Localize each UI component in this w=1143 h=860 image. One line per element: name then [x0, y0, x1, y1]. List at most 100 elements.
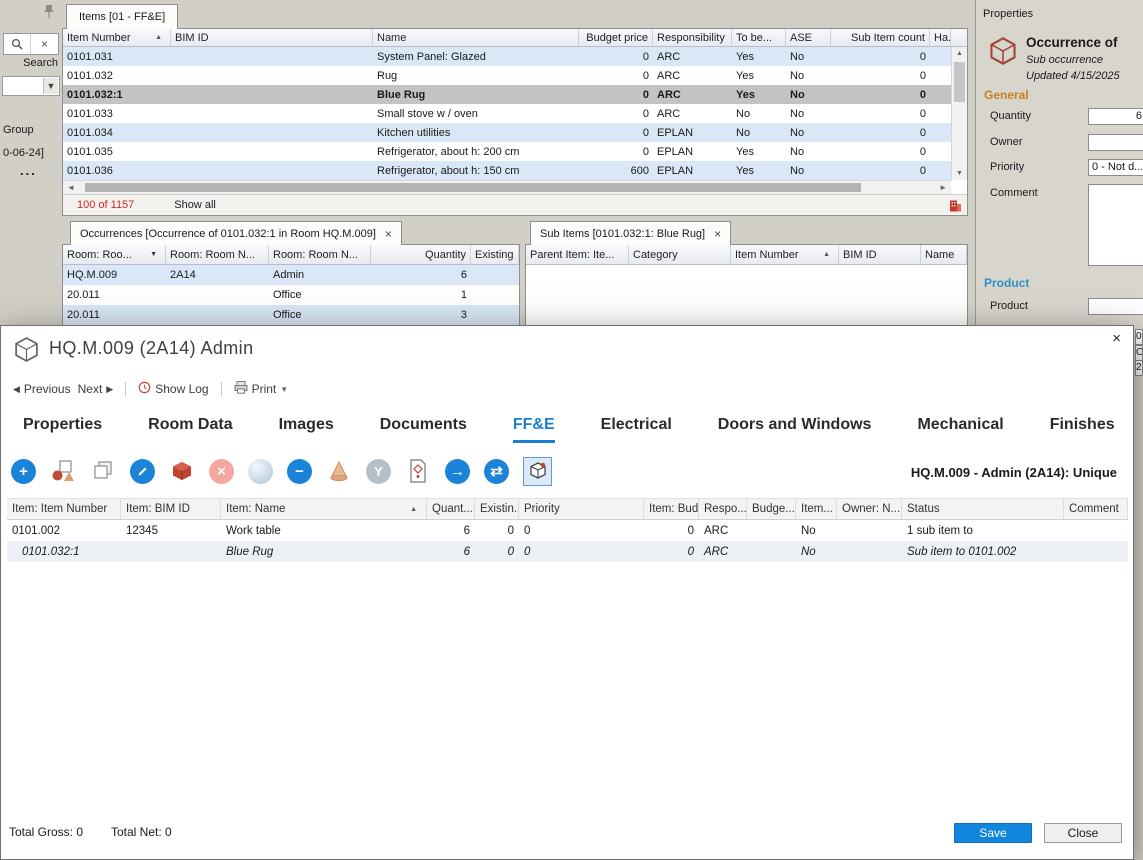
column-header[interactable]: Room: Roo...▼ — [63, 245, 166, 264]
column-header[interactable]: Name — [921, 245, 967, 264]
column-header[interactable]: BIM ID — [171, 29, 373, 46]
clear-search-icon[interactable]: × — [31, 37, 58, 51]
scroll-right-icon[interactable]: ► — [939, 183, 947, 192]
owner-field[interactable] — [1088, 134, 1143, 151]
next-button[interactable]: Next ▶ — [78, 382, 114, 396]
column-header[interactable]: Priority — [519, 499, 644, 519]
tab-doors-and-windows[interactable]: Doors and Windows — [718, 416, 872, 443]
column-header[interactable]: Ha... — [930, 29, 951, 46]
column-header[interactable]: Category — [629, 245, 731, 264]
remove-icon[interactable]: − — [287, 459, 312, 484]
print-button[interactable]: Print ▼ — [234, 381, 289, 397]
tab-room-data[interactable]: Room Data — [148, 416, 232, 443]
column-header[interactable]: Room: Room N... — [166, 245, 269, 264]
tab-finishes[interactable]: Finishes — [1050, 416, 1115, 443]
column-header[interactable]: Budge... — [747, 499, 796, 519]
saved-search-item[interactable]: 0-06-24] — [3, 147, 44, 159]
table-row-selected[interactable]: 0101.032:1Blue Rug 0ARC YesNo 0 — [63, 85, 967, 104]
document-icon[interactable] — [405, 458, 431, 484]
close-button[interactable]: Close — [1044, 823, 1122, 843]
table-row[interactable]: 20.011 Office1 — [63, 285, 519, 305]
table-row[interactable]: 20.011 Office3 — [63, 305, 519, 325]
sphere-icon[interactable] — [248, 459, 273, 484]
column-header[interactable]: Respo... — [699, 499, 747, 519]
delete-icon[interactable]: × — [209, 459, 234, 484]
column-header[interactable]: Existin... — [475, 499, 519, 519]
table-row[interactable]: HQ.M.0092A14 Admin6 — [63, 265, 519, 285]
tab-properties[interactable]: Properties — [23, 416, 102, 443]
search-icon[interactable] — [4, 34, 31, 54]
show-all-link[interactable]: Show all — [174, 199, 216, 211]
table-row[interactable]: 0101.033Small stove w / oven 0ARC NoNo 0 — [63, 104, 967, 123]
scroll-left-icon[interactable]: ◄ — [67, 183, 75, 192]
column-header[interactable]: Existing — [471, 245, 519, 264]
table-row[interactable]: 0101.036Refrigerator, about h: 150 cm 60… — [63, 161, 967, 180]
items-horizontal-scrollbar[interactable]: ◄ ► — [63, 180, 951, 194]
column-header[interactable]: Item Number▲ — [63, 29, 171, 46]
scrollbar-thumb[interactable] — [85, 183, 861, 192]
table-row[interactable]: 0101.032Rug 0ARC YesNo 0 — [63, 66, 967, 85]
column-header[interactable]: Parent Item: Ite... — [526, 245, 629, 264]
tab-images[interactable]: Images — [279, 416, 334, 443]
y-sync-icon[interactable]: Y — [366, 459, 391, 484]
column-header[interactable]: Owner: N... — [837, 499, 902, 519]
column-header[interactable]: Status — [902, 499, 1064, 519]
item-shapes-icon[interactable] — [50, 458, 76, 484]
show-log-button[interactable]: Show Log — [138, 381, 208, 397]
scroll-down-icon[interactable]: ▼ — [952, 170, 967, 177]
table-row[interactable]: 0101.031System Panel: Glazed 0ARC YesNo … — [63, 47, 967, 66]
model-view-icon[interactable] — [523, 457, 552, 486]
scroll-up-icon[interactable]: ▲ — [952, 50, 967, 57]
column-header[interactable]: Budget price — [579, 29, 653, 46]
close-icon[interactable]: × — [714, 227, 721, 241]
column-header[interactable]: BIM ID — [839, 245, 921, 264]
column-header[interactable]: ASE — [786, 29, 831, 46]
quantity-field[interactable]: 6 — [1088, 108, 1143, 125]
close-icon[interactable]: × — [385, 227, 392, 241]
tab-electrical[interactable]: Electrical — [601, 416, 672, 443]
column-header[interactable]: Item Number▲ — [731, 245, 839, 264]
search-label[interactable]: Search — [0, 57, 58, 69]
priority-field[interactable]: 0 - Not d... — [1088, 159, 1143, 176]
comment-field[interactable] — [1088, 184, 1143, 266]
building-icon[interactable] — [949, 199, 962, 212]
dock-pin-icon[interactable] — [42, 4, 56, 20]
column-header[interactable]: Comment — [1064, 499, 1128, 519]
cone-icon[interactable] — [326, 458, 352, 484]
edit-icon[interactable] — [130, 459, 155, 484]
copy-items-icon[interactable] — [90, 458, 116, 484]
column-header[interactable]: Room: Room N... — [269, 245, 371, 264]
tab-documents[interactable]: Documents — [380, 416, 467, 443]
add-icon[interactable]: + — [11, 459, 36, 484]
column-header[interactable]: Quant... — [427, 499, 475, 519]
items-vertical-scrollbar[interactable]: ▲ ▼ — [951, 47, 967, 180]
column-header[interactable]: Item: Budge... — [644, 499, 699, 519]
tab-ffe[interactable]: FF&E — [513, 416, 555, 443]
search-box[interactable]: × — [3, 33, 59, 55]
move-icon[interactable]: → — [445, 459, 470, 484]
tab-mechanical[interactable]: Mechanical — [917, 416, 1003, 443]
table-row[interactable]: 0101.034Kitchen utilities 0EPLAN NoNo 0 — [63, 123, 967, 142]
column-header[interactable]: Responsibility — [653, 29, 732, 46]
table-row[interactable]: 0101.035Refrigerator, about h: 200 cm 0E… — [63, 142, 967, 161]
column-header[interactable]: Name — [373, 29, 579, 46]
sync-icon[interactable]: ⇄ — [484, 459, 509, 484]
save-button[interactable]: Save — [954, 823, 1032, 843]
tab-items[interactable]: Items [01 - FF&E] — [66, 4, 178, 29]
more-button[interactable]: ... — [20, 163, 37, 178]
column-header[interactable]: Item: Name▲ — [221, 499, 427, 519]
column-header[interactable]: Item: BIM ID — [121, 499, 221, 519]
column-header[interactable]: Item... — [796, 499, 837, 519]
tab-occurrences[interactable]: Occurrences [Occurrence of 0101.032:1 in… — [70, 221, 402, 245]
column-header[interactable]: Sub Item count — [831, 29, 930, 46]
column-header[interactable]: To be... — [732, 29, 786, 46]
column-header[interactable]: Item: Item Number — [7, 499, 121, 519]
add-sub-item-icon[interactable] — [169, 458, 195, 484]
previous-button[interactable]: ◀ Previous — [13, 382, 71, 396]
product-field[interactable] — [1088, 298, 1143, 315]
column-header[interactable]: Quantity — [371, 245, 471, 264]
tab-sub-items[interactable]: Sub Items [0101.032:1: Blue Rug] × — [530, 221, 731, 245]
table-row[interactable]: 0101.002 12345 Work table 6 0 0 0 ARC No… — [7, 520, 1128, 541]
saved-search-dropdown[interactable]: ▼ — [2, 76, 60, 96]
close-icon[interactable]: × — [1112, 331, 1121, 346]
